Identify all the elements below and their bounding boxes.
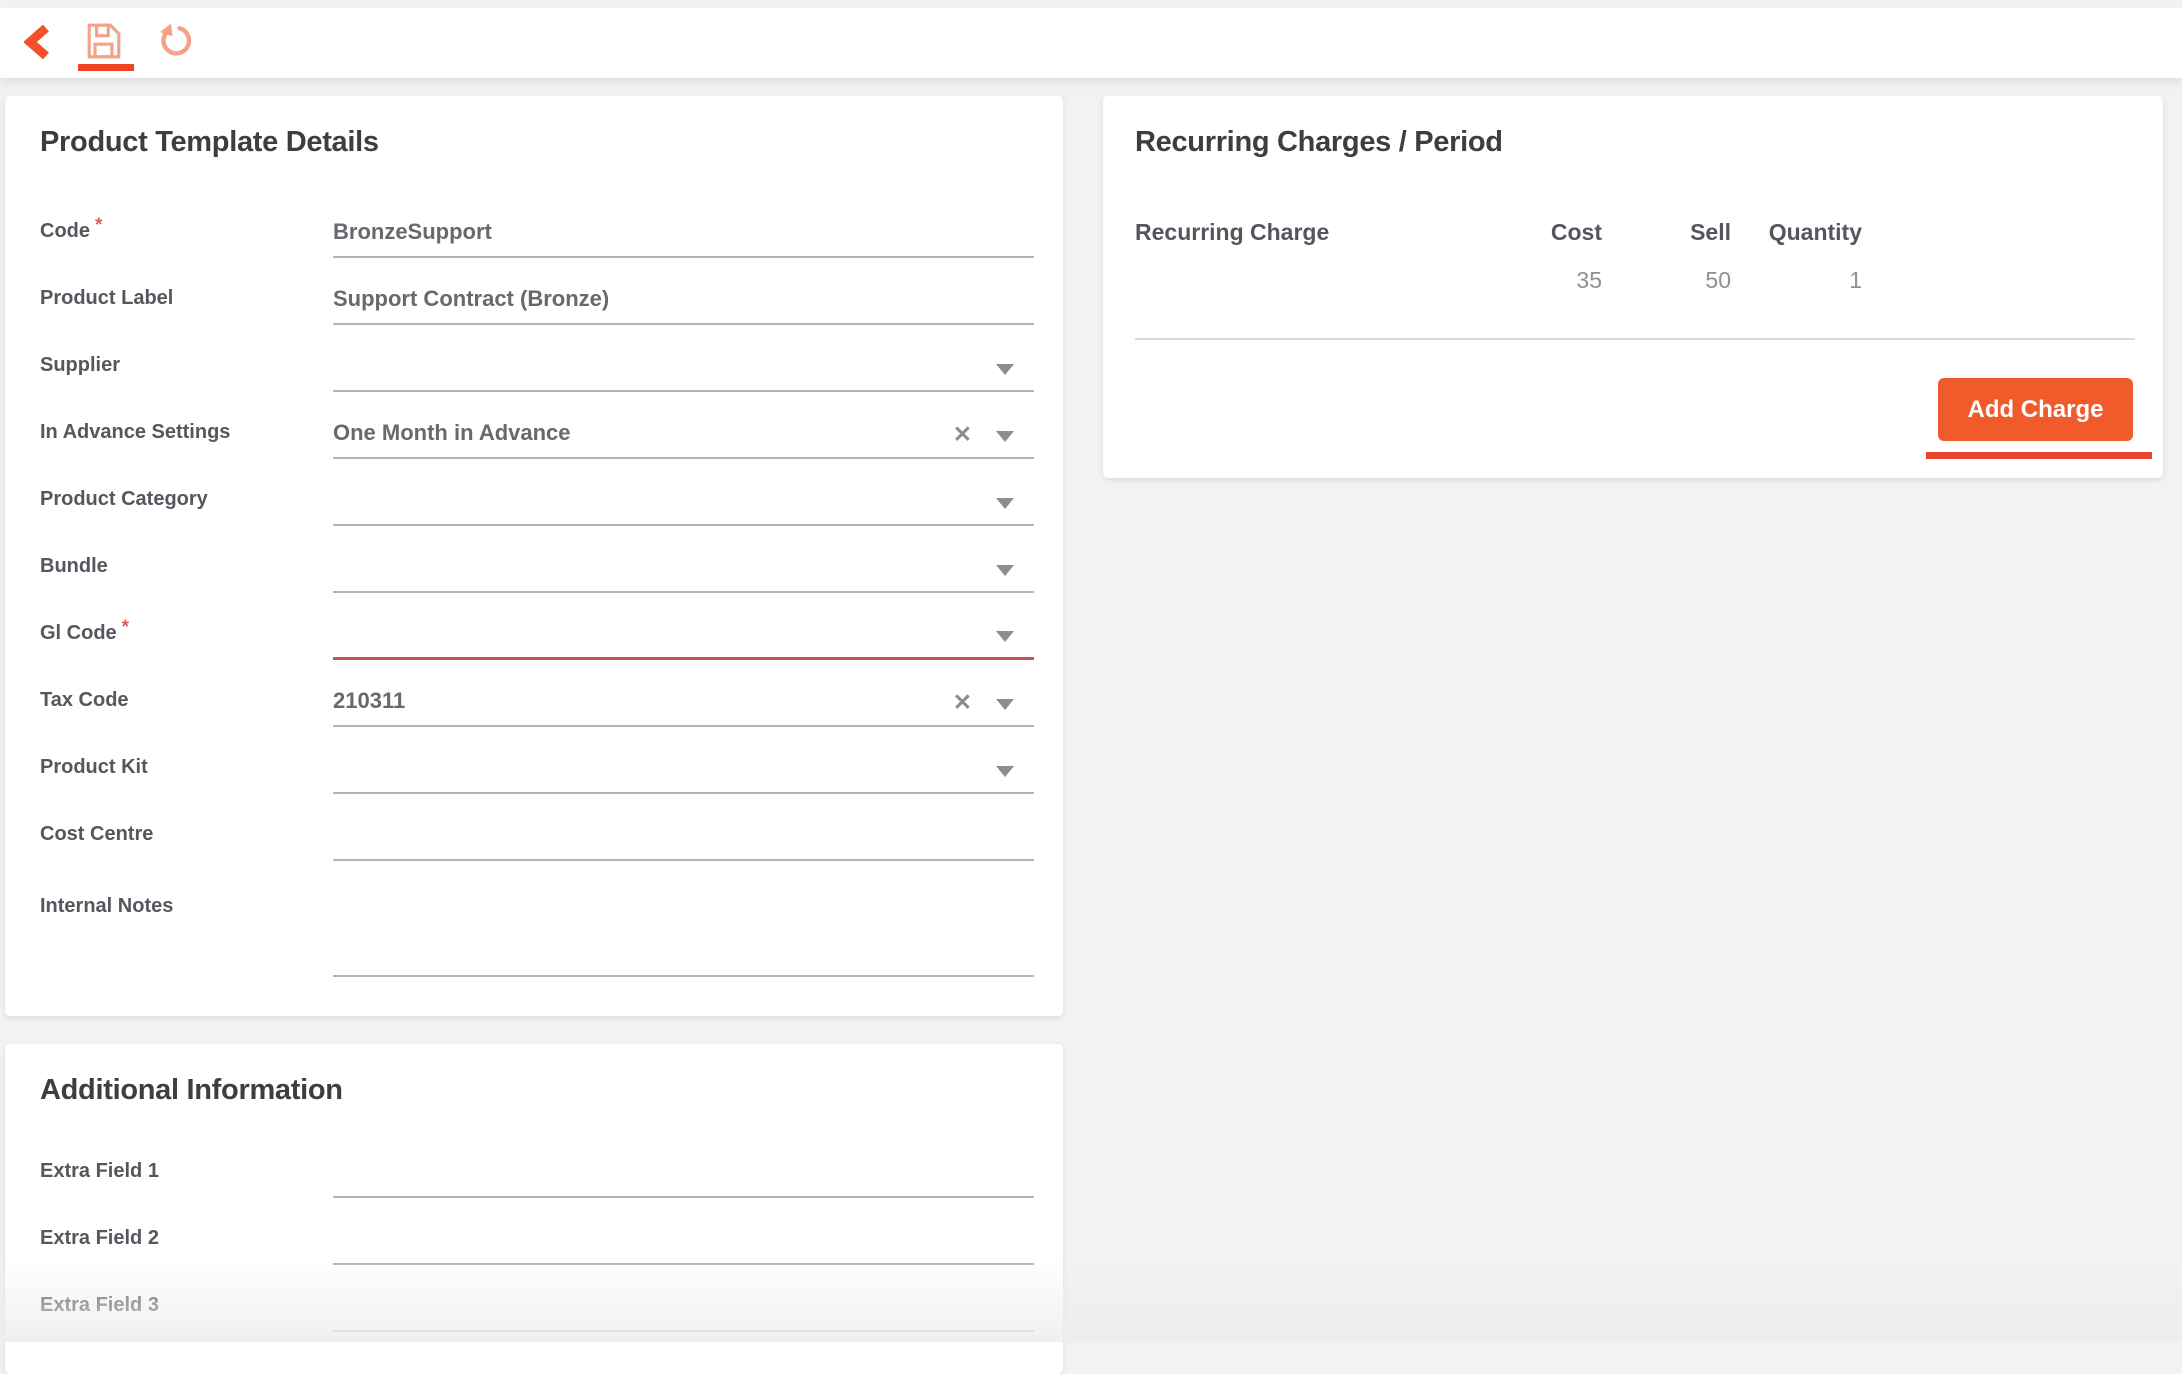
- column-header-quantity: Quantity: [1731, 218, 1862, 246]
- field-label: In Advance Settings: [40, 421, 230, 443]
- field-row-product-kit: Product Kit: [5, 727, 1063, 794]
- clear-icon[interactable]: ✕: [953, 691, 972, 714]
- cost-centre-input[interactable]: [333, 821, 1034, 861]
- field-label: Extra Field 3: [40, 1294, 159, 1316]
- code-input[interactable]: BronzeSupport: [333, 218, 1034, 258]
- chevron-down-icon[interactable]: [996, 699, 1014, 710]
- field-label: Bundle: [40, 555, 108, 577]
- field-value: One Month in Advance: [333, 420, 571, 445]
- required-asterisk: *: [122, 617, 129, 638]
- save-icon: [86, 48, 122, 63]
- product-kit-select[interactable]: [333, 754, 1034, 794]
- field-row-tax-code: Tax Code 210311 ✕: [5, 660, 1063, 727]
- card-title: Product Template Details: [40, 126, 379, 159]
- extra-field-3-input[interactable]: [333, 1292, 1034, 1332]
- add-charge-button[interactable]: Add Charge: [1938, 378, 2133, 441]
- field-row-internal-notes: Internal Notes: [5, 861, 1063, 977]
- column-header-cost: Cost: [1472, 218, 1602, 246]
- tax-code-select[interactable]: 210311 ✕: [333, 687, 1034, 727]
- chevron-down-icon[interactable]: [996, 766, 1014, 777]
- field-label: Code: [40, 220, 90, 242]
- field-label: Extra Field 1: [40, 1160, 159, 1182]
- field-row-extra-field-3: Extra Field 3: [5, 1265, 1063, 1332]
- field-value: Support Contract (Bronze): [333, 286, 609, 311]
- field-value: 210311: [333, 688, 405, 713]
- field-row-product-label: Product Label Support Contract (Bronze): [5, 258, 1063, 325]
- field-label: Supplier: [40, 354, 120, 376]
- charge-row[interactable]: 35 50 1: [1135, 266, 2135, 294]
- field-row-gl-code: Gl Code*: [5, 593, 1063, 660]
- chevron-down-icon[interactable]: [996, 498, 1014, 509]
- required-asterisk: *: [95, 215, 102, 236]
- field-row-extra-field-1: Extra Field 1: [5, 1131, 1063, 1198]
- field-label: Tax Code: [40, 689, 129, 711]
- column-header-sell: Sell: [1602, 218, 1731, 246]
- chevron-left-icon: [24, 48, 50, 63]
- field-row-product-category: Product Category: [5, 459, 1063, 526]
- chevron-down-icon[interactable]: [996, 565, 1014, 576]
- bundle-select[interactable]: [333, 553, 1034, 593]
- add-charge-focus-underline: [1926, 452, 2152, 459]
- field-row-code: Code* BronzeSupport: [5, 191, 1063, 258]
- field-label: Internal Notes: [40, 895, 173, 917]
- field-row-supplier: Supplier: [5, 325, 1063, 392]
- chevron-down-icon[interactable]: [996, 431, 1014, 442]
- product-template-details-card: Product Template Details Code* BronzeSup…: [5, 96, 1063, 1016]
- clear-icon[interactable]: ✕: [953, 423, 972, 446]
- field-row-bundle: Bundle: [5, 526, 1063, 593]
- toolbar: [0, 8, 2182, 78]
- column-header-recurring-charge: Recurring Charge: [1135, 218, 1472, 246]
- field-label: Cost Centre: [40, 823, 153, 845]
- field-label: Extra Field 2: [40, 1227, 159, 1249]
- charge-sell-cell: 50: [1602, 266, 1731, 294]
- field-value: BronzeSupport: [333, 219, 492, 244]
- save-button[interactable]: [86, 22, 122, 60]
- field-label: Product Label: [40, 287, 173, 309]
- field-label: Product Category: [40, 488, 208, 510]
- in-advance-settings-select[interactable]: One Month in Advance ✕: [333, 419, 1034, 459]
- chevron-down-icon[interactable]: [996, 364, 1014, 375]
- chevron-down-icon[interactable]: [996, 631, 1014, 642]
- gl-code-select[interactable]: [333, 620, 1034, 660]
- table-divider: [1135, 338, 2135, 340]
- field-label: Product Kit: [40, 756, 148, 778]
- field-row-extra-field-2: Extra Field 2: [5, 1198, 1063, 1265]
- card-title: Recurring Charges / Period: [1135, 126, 1503, 159]
- recurring-charges-card: Recurring Charges / Period Recurring Cha…: [1103, 96, 2163, 478]
- charge-quantity-cell: 1: [1731, 266, 1862, 294]
- product-category-select[interactable]: [333, 486, 1034, 526]
- extra-field-1-input[interactable]: [333, 1158, 1034, 1198]
- additional-information-card: Additional Information Extra Field 1 Ext…: [5, 1044, 1063, 1374]
- charges-table-header: Recurring Charge Cost Sell Quantity: [1135, 218, 2135, 246]
- field-row-cost-centre: Cost Centre: [5, 794, 1063, 861]
- undo-button[interactable]: [157, 22, 193, 60]
- field-row-in-advance-settings: In Advance Settings One Month in Advance…: [5, 392, 1063, 459]
- save-active-underline: [78, 64, 134, 71]
- back-button[interactable]: [24, 24, 50, 60]
- extra-field-2-input[interactable]: [333, 1225, 1034, 1265]
- card-title: Additional Information: [40, 1074, 343, 1107]
- undo-icon: [157, 48, 193, 63]
- charge-cost-cell: 35: [1472, 266, 1602, 294]
- internal-notes-textarea[interactable]: [333, 861, 1034, 977]
- supplier-select[interactable]: [333, 352, 1034, 392]
- field-label: Gl Code: [40, 622, 117, 644]
- product-label-input[interactable]: Support Contract (Bronze): [333, 285, 1034, 325]
